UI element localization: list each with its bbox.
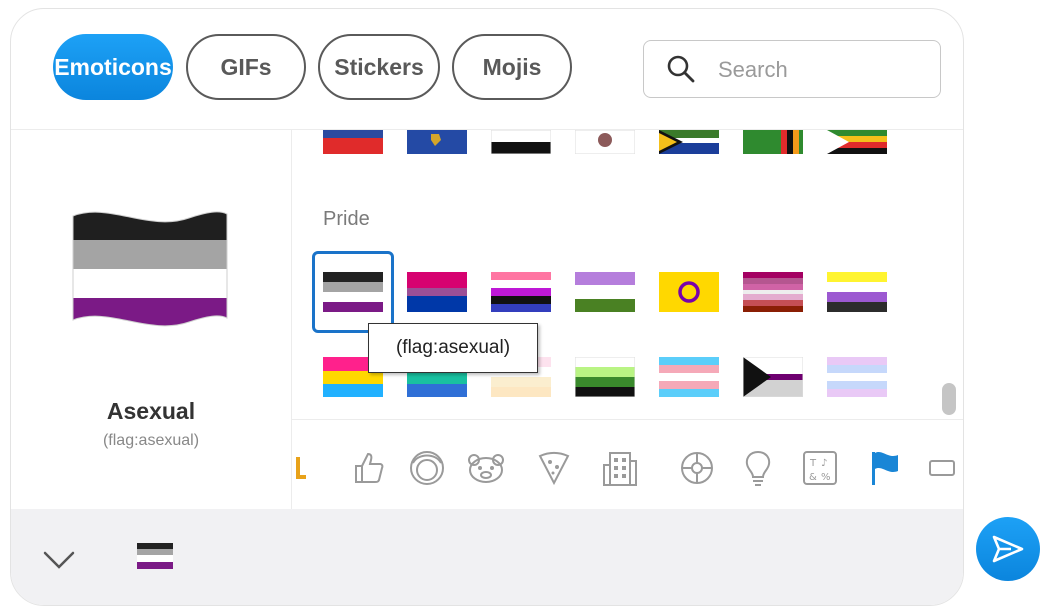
lightbulb-icon[interactable]: [738, 448, 778, 488]
flag-emoticon[interactable]: [659, 130, 719, 154]
emoticon-picker-panel: Emoticons GIFs Stickers Mojis Search Ase…: [10, 8, 964, 606]
asexual-flag-emoticon[interactable]: [323, 272, 383, 312]
building-icon[interactable]: [600, 448, 640, 488]
asexual-flag-input-icon: [137, 543, 173, 569]
emoticon-preview: Asexual (flag:asexual): [11, 130, 292, 509]
svg-text:%: %: [821, 472, 831, 483]
flag-emoticon[interactable]: [575, 130, 635, 154]
intersex-flag-emoticon[interactable]: [659, 272, 719, 312]
grid-scrollbar-thumb[interactable]: [942, 383, 956, 415]
tab-gifs[interactable]: GIFs: [186, 34, 306, 100]
send-icon: [992, 535, 1024, 563]
flag-icon[interactable]: [865, 448, 905, 488]
search-icon: [667, 55, 695, 83]
genderfluid-flag-emoticon[interactable]: [491, 272, 551, 312]
preview-name: Asexual: [106, 398, 196, 424]
tab-label: Emoticons: [54, 53, 172, 80]
tab-label: Mojis: [482, 53, 542, 80]
message-input-bar[interactable]: [11, 509, 963, 605]
thumbs-up-icon[interactable]: [348, 448, 388, 488]
aromantic-flag-emoticon[interactable]: [575, 272, 635, 312]
svg-text:T: T: [809, 458, 817, 469]
tab-emoticons[interactable]: Emoticons: [53, 34, 173, 100]
emoticon-grid: Pride: [292, 130, 963, 419]
flag-emoticon[interactable]: [827, 130, 887, 154]
flag-emoticon[interactable]: [407, 130, 467, 154]
transgender-flag-emoticon[interactable]: [659, 357, 719, 397]
flag-emoticon[interactable]: [743, 130, 803, 154]
search-input[interactable]: [716, 51, 930, 89]
category-bar: T ♪ &%: [292, 419, 963, 510]
send-button[interactable]: [976, 517, 1040, 581]
flag-emoticon[interactable]: [323, 130, 383, 154]
svg-text:♪: ♪: [821, 458, 827, 469]
tab-mojis[interactable]: Mojis: [452, 34, 572, 100]
animal-face-icon[interactable]: [466, 448, 506, 488]
flag-emoticon[interactable]: [491, 130, 551, 154]
smiley-face-icon[interactable]: [407, 448, 447, 488]
picker-header: Emoticons GIFs Stickers Mojis: [11, 9, 963, 130]
chevron-down-icon[interactable]: [41, 541, 77, 577]
pride-flag-emoticon[interactable]: [827, 357, 887, 397]
tab-label: Stickers: [334, 53, 424, 80]
symbols-icon[interactable]: T ♪ &%: [800, 448, 840, 488]
bisexual-flag-emoticon[interactable]: [407, 272, 467, 312]
tab-stickers[interactable]: Stickers: [318, 34, 440, 100]
ball-icon[interactable]: [677, 448, 717, 488]
tab-label: GIFs: [220, 53, 272, 80]
svg-text:&: &: [809, 472, 817, 483]
search-box[interactable]: [643, 40, 941, 98]
people-partial-icon[interactable]: [296, 448, 310, 488]
more-icon[interactable]: [922, 448, 962, 488]
agender-flag-emoticon[interactable]: [575, 357, 635, 397]
emoticon-tooltip: (flag:asexual): [368, 323, 538, 373]
nonbinary-flag-emoticon[interactable]: [827, 272, 887, 312]
section-title: Pride: [323, 208, 370, 230]
preview-shortcode: (flag:asexual): [102, 432, 200, 449]
lesbian-flag-emoticon[interactable]: [743, 272, 803, 312]
demisexual-flag-emoticon[interactable]: [743, 357, 803, 397]
pizza-icon[interactable]: [534, 448, 574, 488]
asexual-flag-large-icon: [72, 211, 228, 327]
